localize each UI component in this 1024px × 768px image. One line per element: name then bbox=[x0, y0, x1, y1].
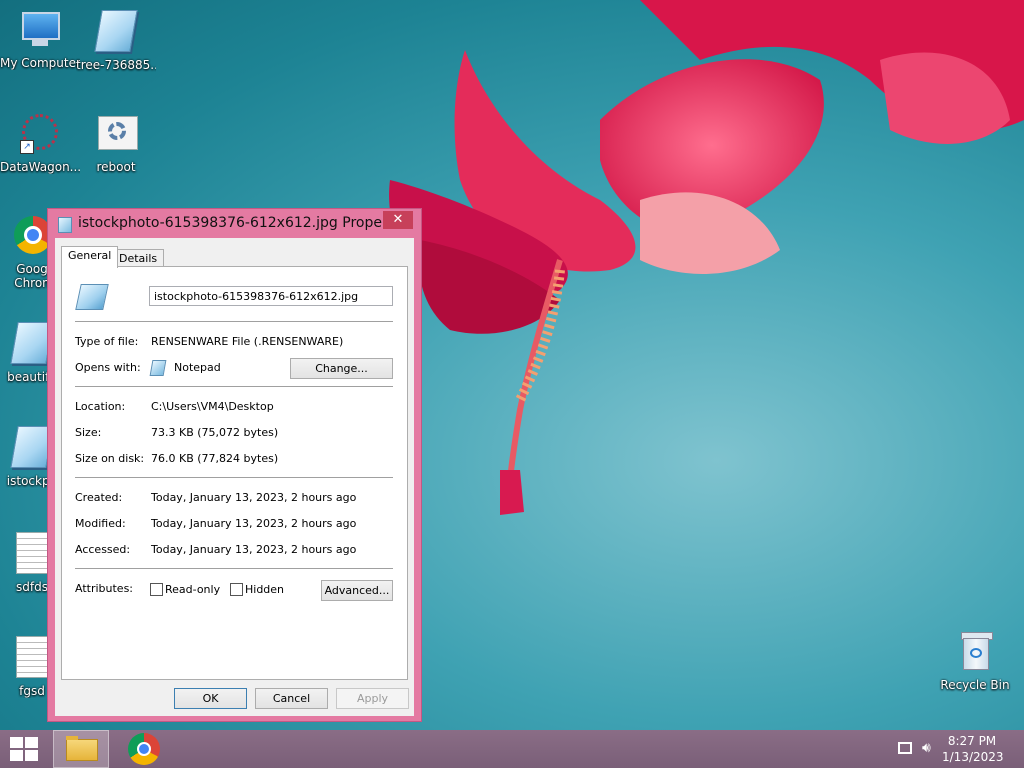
size-on-disk-value: 76.0 KB (77,824 bytes) bbox=[151, 452, 279, 465]
separator bbox=[75, 477, 393, 478]
chrome-center bbox=[137, 742, 151, 756]
shortcut-icon: ↗ bbox=[18, 112, 62, 156]
notepad-file-icon bbox=[58, 217, 72, 233]
size-on-disk-label: Size on disk: bbox=[75, 452, 145, 465]
separator bbox=[75, 568, 393, 569]
hidden-checkbox[interactable] bbox=[230, 583, 243, 596]
windows-logo-pane bbox=[25, 737, 38, 748]
opens-with-value: Notepad bbox=[174, 361, 221, 374]
desktop-icon-label: DataWagon... bbox=[0, 160, 80, 174]
cancel-button[interactable]: Cancel bbox=[255, 688, 328, 709]
windows-logo-icon bbox=[10, 737, 23, 748]
close-button[interactable]: ✕ bbox=[383, 211, 413, 229]
dialog-titlebar[interactable]: istockphoto-615398376-612x612.jpg Proper… bbox=[48, 209, 421, 237]
dialog-client-area: General Details Type of file: RENSENWARE… bbox=[55, 238, 414, 716]
desktop-icon-label: My Computer bbox=[0, 56, 80, 70]
location-label: Location: bbox=[75, 400, 126, 413]
size-value: 73.3 KB (75,072 bytes) bbox=[151, 426, 279, 439]
taskbar-file-explorer[interactable] bbox=[53, 730, 109, 768]
start-button[interactable] bbox=[10, 737, 38, 761]
modified-value: Today, January 13, 2023, 2 hours ago bbox=[151, 517, 357, 530]
general-tab-panel: Type of file: RENSENWARE File (.RENSENWA… bbox=[61, 266, 408, 680]
desktop-icon-label: reboot bbox=[96, 160, 136, 174]
opens-with-label: Opens with: bbox=[75, 361, 141, 374]
notepad-file-icon bbox=[75, 284, 109, 310]
size-label: Size: bbox=[75, 426, 102, 439]
location-value: C:\Users\VM4\Desktop bbox=[151, 400, 274, 413]
separator bbox=[75, 386, 393, 387]
desktop-icon-my-computer[interactable]: My Computer bbox=[0, 8, 80, 70]
modified-label: Modified: bbox=[75, 517, 126, 530]
volume-icon[interactable]: 🔊︎ bbox=[922, 740, 931, 756]
notepad-app-icon bbox=[149, 360, 167, 376]
read-only-label: Read-only bbox=[165, 583, 221, 596]
gear-file-icon bbox=[94, 112, 138, 156]
windows-logo-pane bbox=[25, 750, 38, 761]
attributes-label: Attributes: bbox=[75, 582, 134, 595]
desktop-icon-tree-file[interactable]: tree-736885... bbox=[76, 8, 156, 72]
clock-time[interactable]: 8:27 PM bbox=[942, 734, 1002, 748]
desktop-icon-label: tree-736885... bbox=[76, 58, 156, 72]
folder-icon bbox=[66, 739, 98, 761]
computer-icon bbox=[18, 8, 62, 52]
type-of-file-label: Type of file: bbox=[75, 335, 139, 348]
created-label: Created: bbox=[75, 491, 123, 504]
properties-dialog: istockphoto-615398376-612x612.jpg Proper… bbox=[47, 208, 422, 722]
advanced-button[interactable]: Advanced... bbox=[321, 580, 393, 601]
windows-logo-pane bbox=[10, 750, 23, 761]
folder-tab bbox=[66, 736, 78, 740]
notepad-file-icon bbox=[94, 10, 138, 54]
type-of-file-value: RENSENWARE File (.RENSENWARE) bbox=[151, 335, 344, 348]
close-icon: ✕ bbox=[392, 212, 404, 227]
dialog-title: istockphoto-615398376-612x612.jpg Proper… bbox=[78, 215, 383, 231]
filename-input[interactable] bbox=[149, 286, 393, 306]
hidden-label: Hidden bbox=[245, 583, 285, 596]
desktop-icon-datawagon[interactable]: ↗ DataWagon... bbox=[0, 112, 80, 174]
read-only-checkbox[interactable] bbox=[150, 583, 163, 596]
ok-button[interactable]: OK bbox=[174, 688, 247, 709]
taskbar-chrome[interactable] bbox=[126, 730, 162, 768]
apply-button[interactable]: Apply bbox=[336, 688, 409, 709]
taskbar: 🔊︎ 8:27 PM 1/13/2023 bbox=[0, 730, 1024, 768]
accessed-label: Accessed: bbox=[75, 543, 131, 556]
accessed-value: Today, January 13, 2023, 2 hours ago bbox=[151, 543, 357, 556]
clock-date[interactable]: 1/13/2023 bbox=[942, 750, 1004, 764]
tab-general[interactable]: General bbox=[61, 246, 119, 268]
desktop-icon-reboot[interactable]: reboot bbox=[76, 112, 156, 174]
change-button[interactable]: Change... bbox=[290, 358, 393, 379]
separator bbox=[75, 321, 393, 322]
created-value: Today, January 13, 2023, 2 hours ago bbox=[151, 491, 357, 504]
desktop-icon-recycle-bin[interactable]: Recycle Bin bbox=[935, 630, 1015, 692]
recycle-bin-icon bbox=[953, 630, 997, 674]
network-icon[interactable] bbox=[898, 742, 912, 754]
desktop-icon-label: Recycle Bin bbox=[940, 678, 1010, 692]
